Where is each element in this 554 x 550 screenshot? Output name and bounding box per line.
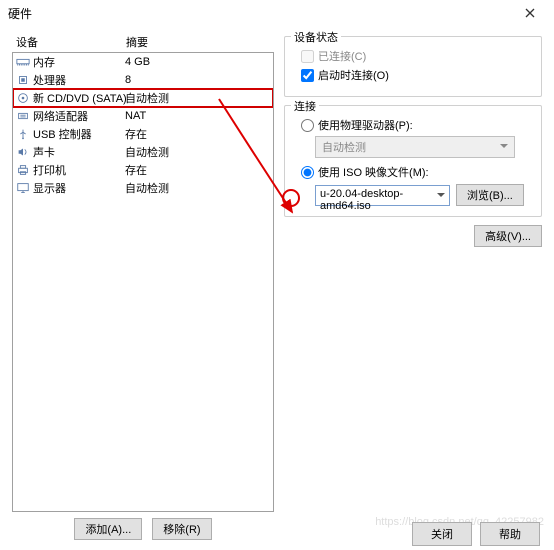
advanced-button[interactable]: 高级(V)...: [474, 225, 542, 247]
device-name: 显示器: [33, 180, 125, 196]
connected-label: 已连接(C): [318, 48, 366, 64]
connected-checkbox: 已连接(C): [301, 48, 531, 64]
connect-on-start-checkbox[interactable]: 启动时连接(O): [301, 67, 531, 83]
use-physical-label: 使用物理驱动器(P):: [318, 117, 413, 133]
col-device: 设备: [16, 34, 126, 50]
connect-on-start-input[interactable]: [301, 69, 314, 82]
cpu-icon: [15, 72, 31, 88]
printer-icon: [15, 162, 31, 178]
use-physical-input[interactable]: [301, 119, 314, 132]
close-button[interactable]: 关闭: [412, 522, 472, 546]
device-list[interactable]: 内存4 GB处理器8新 CD/DVD (SATA)自动检测网络适配器NATUSB…: [12, 52, 274, 512]
device-name: 打印机: [33, 162, 125, 178]
status-group-title: 设备状态: [291, 29, 341, 45]
connect-on-start-label: 启动时连接(O): [318, 67, 389, 83]
window-title: 硬件: [8, 5, 32, 22]
device-row-sound[interactable]: 声卡自动检测: [13, 143, 273, 161]
device-summary: 自动检测: [125, 144, 169, 160]
device-row-net[interactable]: 网络适配器NAT: [13, 107, 273, 125]
device-summary: 存在: [125, 162, 147, 178]
device-summary: 4 GB: [125, 56, 150, 68]
sound-icon: [15, 144, 31, 160]
connected-input: [301, 50, 314, 63]
remove-button[interactable]: 移除(R): [152, 518, 211, 540]
iso-file-field[interactable]: u-20.04-desktop-amd64.iso: [315, 185, 450, 206]
device-row-display[interactable]: 显示器自动检测: [13, 179, 273, 197]
device-summary: 自动检测: [125, 90, 169, 106]
iso-file-value: u-20.04-desktop-amd64.iso: [320, 188, 403, 212]
browse-button[interactable]: 浏览(B)...: [456, 184, 524, 206]
device-row-cddvd[interactable]: 新 CD/DVD (SATA)自动检测: [13, 89, 273, 107]
device-name: 网络适配器: [33, 108, 125, 124]
device-row-cpu[interactable]: 处理器8: [13, 71, 273, 89]
device-summary: 存在: [125, 126, 147, 142]
net-icon: [15, 108, 31, 124]
help-button[interactable]: 帮助: [480, 522, 540, 546]
close-icon[interactable]: [514, 1, 546, 25]
use-iso-radio[interactable]: 使用 ISO 映像文件(M):: [301, 164, 531, 180]
device-row-memory[interactable]: 内存4 GB: [13, 53, 273, 71]
annotation-circle-icon: [282, 189, 300, 207]
device-name: 内存: [33, 54, 125, 70]
use-iso-input[interactable]: [301, 166, 314, 179]
use-iso-label: 使用 ISO 映像文件(M):: [318, 164, 429, 180]
use-physical-radio[interactable]: 使用物理驱动器(P):: [301, 117, 531, 133]
device-summary: NAT: [125, 110, 146, 122]
connection-group-title: 连接: [291, 98, 319, 114]
cddvd-icon: [15, 90, 31, 106]
usb-icon: [15, 126, 31, 142]
memory-icon: [15, 54, 31, 70]
device-summary: 8: [125, 74, 131, 86]
device-name: 新 CD/DVD (SATA): [33, 90, 125, 106]
device-summary: 自动检测: [125, 180, 169, 196]
device-row-printer[interactable]: 打印机存在: [13, 161, 273, 179]
device-name: USB 控制器: [33, 126, 125, 142]
display-icon: [15, 180, 31, 196]
col-summary: 摘要: [126, 34, 148, 50]
device-row-usb[interactable]: USB 控制器存在: [13, 125, 273, 143]
device-name: 声卡: [33, 144, 125, 160]
physical-drive-select: 自动检测: [315, 136, 515, 158]
add-button[interactable]: 添加(A)...: [74, 518, 142, 540]
device-name: 处理器: [33, 72, 125, 88]
